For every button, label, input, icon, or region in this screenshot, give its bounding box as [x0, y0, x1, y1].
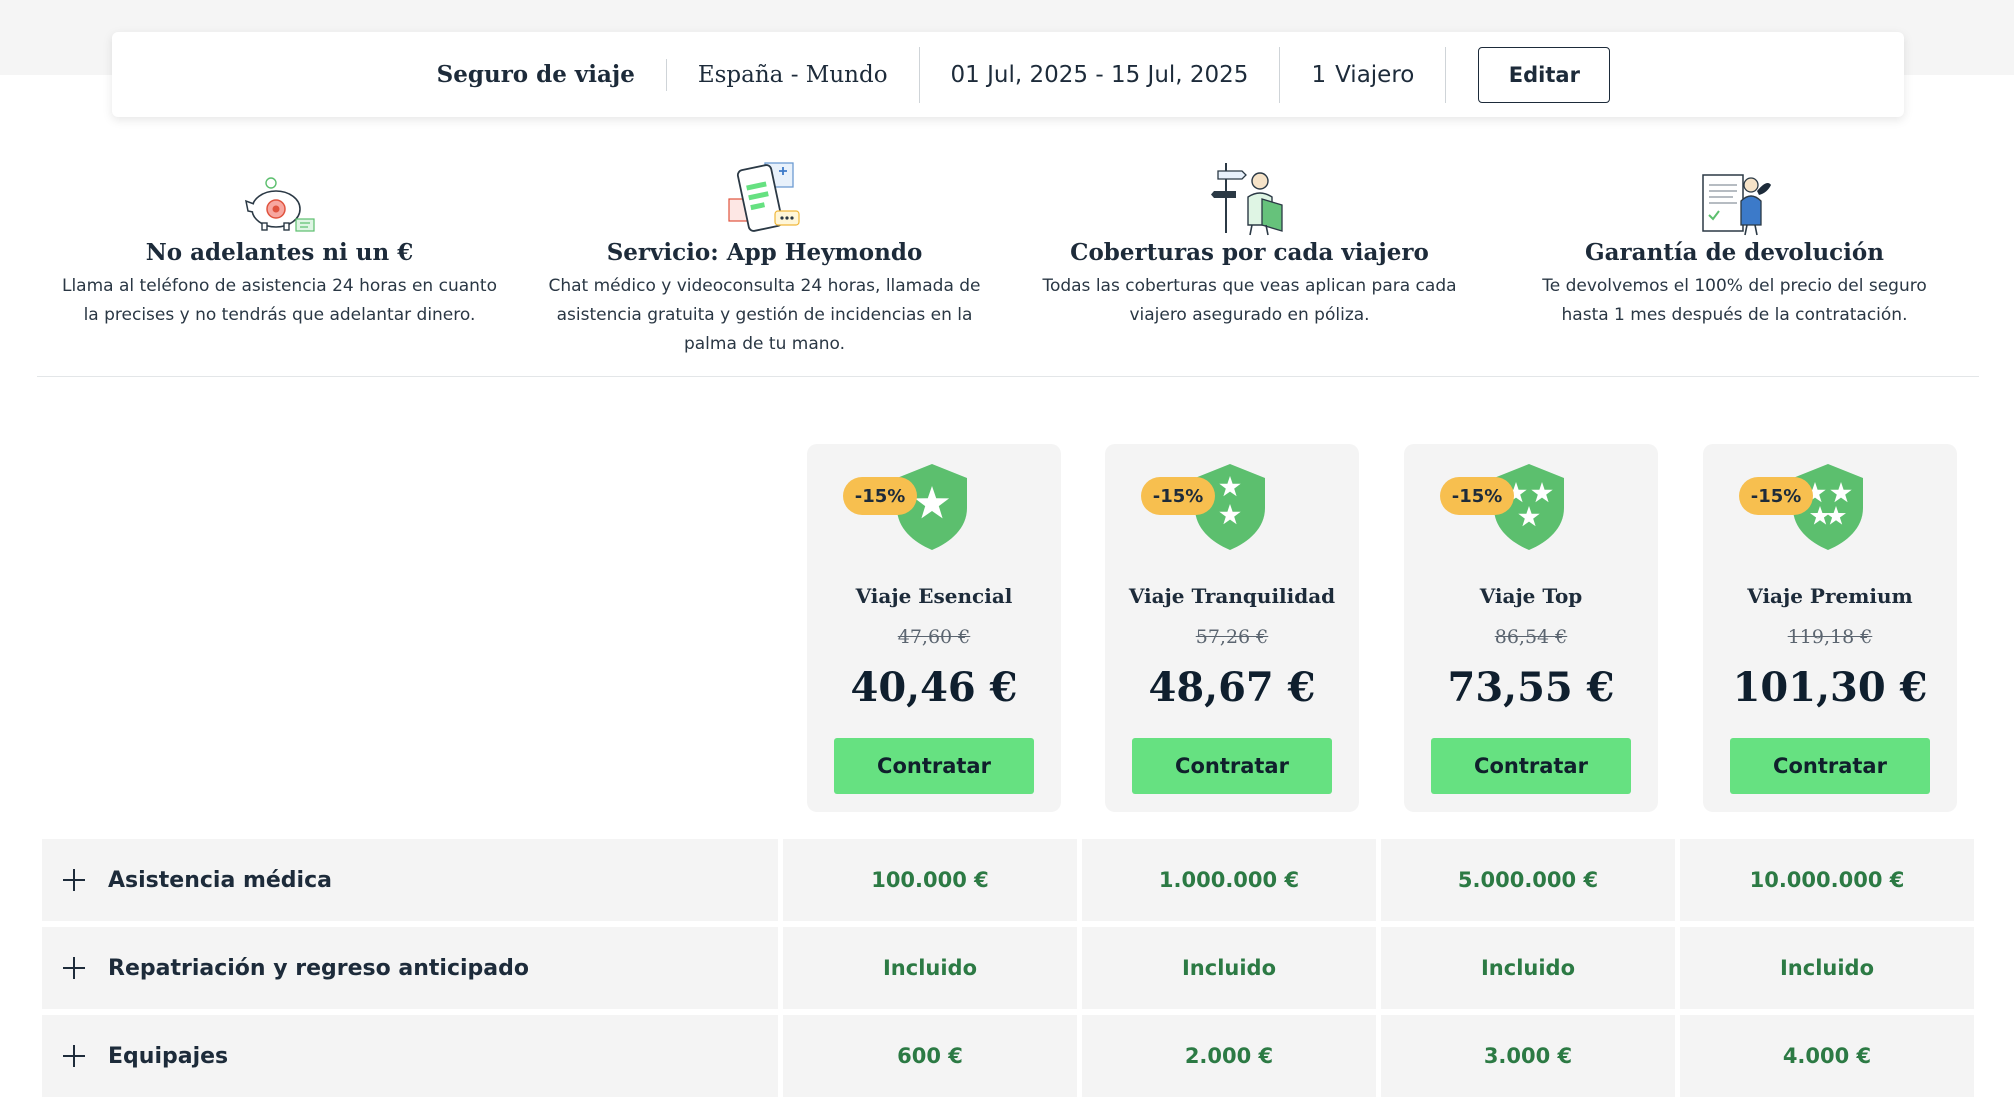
benefit-item: Coberturas por cada viajero Todas las co… — [1007, 145, 1492, 377]
plan-name: Viaje Esencial — [855, 584, 1013, 608]
coverage-row-equipajes: Equipajes 600 € 2.000 € 3.000 € 4.000 € — [42, 1015, 1974, 1097]
contract-button-premium[interactable]: Contratar — [1730, 738, 1930, 794]
contract-button-esencial[interactable]: Contratar — [834, 738, 1034, 794]
coverage-value: 2.000 € — [1082, 1015, 1376, 1097]
plan-name: Viaje Premium — [1747, 584, 1913, 608]
piggy-bank-icon — [37, 145, 522, 237]
summary-divider — [1445, 46, 1447, 103]
coverage-value: 3.000 € — [1381, 1015, 1675, 1097]
edit-button[interactable]: Editar — [1478, 46, 1611, 103]
coverage-row-repatriacion: Repatriación y regreso anticipado Inclui… — [42, 927, 1974, 1009]
search-summary-bar: Seguro de viaje España - Mundo 01 Jul, 2… — [112, 32, 1904, 117]
plus-icon — [62, 1044, 86, 1068]
coverage-value: Incluido — [783, 927, 1077, 1009]
travelers-count: 1 — [1311, 61, 1327, 88]
summary-dates: 01 Jul, 2025 - 15 Jul, 2025 — [950, 61, 1249, 88]
summary-route: España - Mundo — [697, 61, 888, 88]
coverage-value: Incluido — [1680, 927, 1974, 1009]
plan-price: 40,46 € — [850, 664, 1018, 711]
benefit-item: No adelantes ni un € Llama al teléfono d… — [37, 145, 522, 377]
coverage-value: 10.000.000 € — [1680, 839, 1974, 921]
plan-price: 48,67 € — [1148, 664, 1316, 711]
plan-old-price: 119,18 € — [1787, 626, 1873, 648]
benefit-item: Servicio: App Heymondo Chat médico y vid… — [522, 145, 1007, 377]
travelers-label: Viajero — [1335, 61, 1415, 88]
mobile-app-icon — [522, 145, 1007, 237]
contract-button-tranquilidad[interactable]: Contratar — [1132, 738, 1332, 794]
plan-card-top: -15% Viaje Top 86,54 € 73,55 € Contratar — [1404, 444, 1658, 812]
discount-badge: -15% — [1739, 477, 1813, 515]
contract-button-top[interactable]: Contratar — [1431, 738, 1631, 794]
discount-badge: -15% — [843, 477, 917, 515]
coverage-expand-toggle[interactable]: Equipajes — [42, 1015, 778, 1097]
coverage-expand-toggle[interactable]: Asistencia médica — [42, 839, 778, 921]
plan-price: 101,30 € — [1732, 664, 1928, 711]
coverage-value: 100.000 € — [783, 839, 1077, 921]
coverage-expand-toggle[interactable]: Repatriación y regreso anticipado — [42, 927, 778, 1009]
coverage-value: Incluido — [1381, 927, 1675, 1009]
traveler-icon — [1007, 145, 1492, 237]
section-divider — [37, 376, 1979, 377]
discount-badge: -15% — [1440, 477, 1514, 515]
plan-name: Viaje Top — [1479, 584, 1583, 608]
benefit-text: Todas las coberturas que veas aplican pa… — [1042, 276, 1457, 325]
summary-travelers: 1 Viajero — [1280, 32, 1445, 117]
summary-title: Seguro de viaje — [436, 61, 635, 88]
benefit-title: Servicio: App Heymondo — [606, 239, 923, 266]
plan-old-price: 47,60 € — [897, 626, 971, 648]
plan-card-tranquilidad: -15% Viaje Tranquilidad 57,26 € 48,67 € … — [1105, 444, 1359, 812]
coverage-label: Repatriación y regreso anticipado — [108, 955, 529, 981]
benefit-text: Llama al teléfono de asistencia 24 horas… — [61, 276, 497, 325]
coverage-label: Asistencia médica — [108, 867, 332, 893]
plan-card-premium: -15% Viaje Premium 119,18 € 101,30 € Con… — [1703, 444, 1957, 812]
benefit-item: Garantía de devolución Te devolvemos el … — [1492, 145, 1977, 377]
coverage-value: 5.000.000 € — [1381, 839, 1675, 921]
plus-icon — [62, 956, 86, 980]
coverage-value: Incluido — [1082, 927, 1376, 1009]
plan-old-price: 86,54 € — [1494, 626, 1568, 648]
coverage-row-asistencia-medica: Asistencia médica 100.000 € 1.000.000 € … — [42, 839, 1974, 921]
guarantee-document-icon — [1492, 145, 1977, 237]
benefit-title: Garantía de devolución — [1585, 239, 1884, 266]
coverage-value: 600 € — [783, 1015, 1077, 1097]
discount-badge: -15% — [1141, 477, 1215, 515]
benefits-section: No adelantes ni un € Llama al teléfono d… — [37, 145, 1979, 377]
coverage-value: 1.000.000 € — [1082, 839, 1376, 921]
benefit-text: Te devolvemos el 100% del precio del seg… — [1542, 276, 1927, 325]
plan-name: Viaje Tranquilidad — [1128, 584, 1336, 608]
plus-icon — [62, 868, 86, 892]
benefit-title: No adelantes ni un € — [145, 239, 414, 266]
plan-old-price: 57,26 € — [1195, 626, 1269, 648]
benefit-title: Coberturas por cada viajero — [1070, 239, 1429, 266]
plan-card-esencial: -15% Viaje Esencial 47,60 € 40,46 € Cont… — [807, 444, 1061, 812]
plan-price: 73,55 € — [1447, 664, 1615, 711]
benefit-text: Chat médico y videoconsulta 24 horas, ll… — [548, 276, 981, 354]
coverage-label: Equipajes — [108, 1043, 229, 1069]
coverage-value: 4.000 € — [1680, 1015, 1974, 1097]
